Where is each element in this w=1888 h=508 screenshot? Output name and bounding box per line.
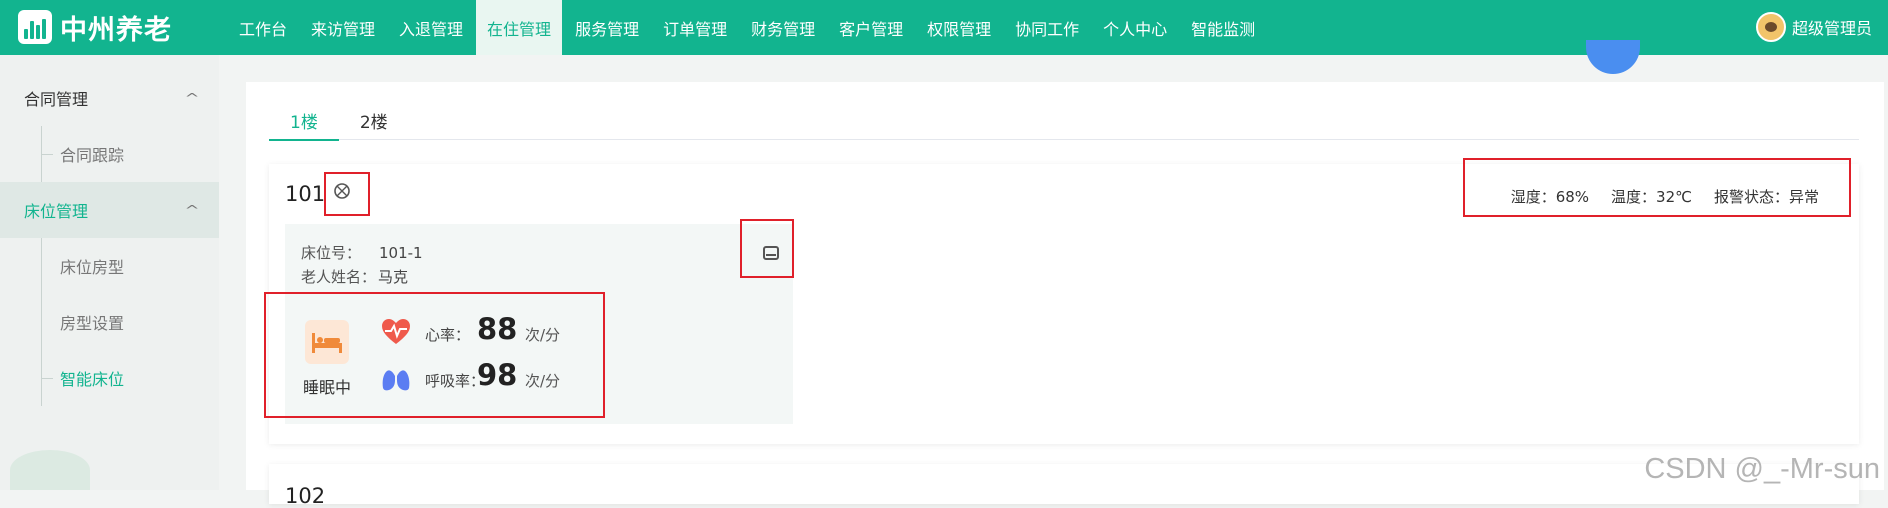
heart-rate-label: 心率： — [425, 324, 470, 345]
floating-ball[interactable] — [1586, 40, 1640, 74]
user-menu[interactable]: 超级管理员 — [1756, 10, 1872, 44]
nav-item-collaboration[interactable]: 协同工作 — [1004, 0, 1090, 55]
room-environment: 湿度：68% 温度：32℃ 报警状态：异常 — [1489, 186, 1819, 207]
bed-card: 床位号： 101-1 老人姓名：马克 睡眠中 心率： — [285, 224, 793, 424]
sidebar-item-smart-bed[interactable]: 智能床位 — [0, 350, 219, 406]
logo-icon — [18, 10, 52, 44]
tab-floor-1[interactable]: 1楼 — [269, 100, 339, 140]
nav-item-finance[interactable]: 财务管理 — [740, 0, 826, 55]
nav-item-workbench[interactable]: 工作台 — [228, 0, 298, 55]
sidebar-group-beds[interactable]: 床位管理 ^ — [0, 182, 219, 238]
bed-device-icon[interactable] — [763, 246, 779, 260]
chevron-up-icon: ^ — [184, 203, 199, 217]
heart-rate-icon — [381, 318, 411, 346]
logo-text: 中州养老 — [60, 8, 172, 47]
nav-item-permissions[interactable]: 权限管理 — [916, 0, 1002, 55]
nav-item-customers[interactable]: 客户管理 — [828, 0, 914, 55]
sidebar-item-label: 智能床位 — [60, 366, 124, 390]
bed-number: 101-1 — [379, 244, 423, 262]
main-nav: 工作台 来访管理 入退管理 在住管理 服务管理 订单管理 财务管理 客户管理 权… — [228, 0, 1268, 55]
decoration-image — [10, 450, 90, 490]
user-name: 超级管理员 — [1792, 15, 1872, 39]
nav-item-profile[interactable]: 个人中心 — [1092, 0, 1178, 55]
sidebar: 合同管理 ^ 合同跟踪 床位管理 ^ 床位房型 房型设置 智能床位 — [0, 55, 219, 490]
bed-number-row: 床位号： 101-1 — [301, 242, 423, 263]
sidebar-group-contracts[interactable]: 合同管理 ^ — [0, 70, 219, 126]
sidebar-item-room-types[interactable]: 房型设置 — [0, 294, 219, 350]
nav-item-residence[interactable]: 在住管理 — [476, 0, 562, 55]
nav-item-monitoring[interactable]: 智能监测 — [1180, 0, 1266, 55]
sidebar-item-contract-tracking[interactable]: 合同跟踪 — [0, 126, 219, 182]
humidity-text: 湿度：68% — [1511, 186, 1589, 207]
lungs-icon — [381, 364, 411, 392]
nav-item-orders[interactable]: 订单管理 — [652, 0, 738, 55]
elder-name-row: 老人姓名：马克 — [301, 266, 408, 287]
avatar — [1756, 12, 1786, 42]
bed-number-label: 床位号： — [301, 244, 361, 262]
main-panel: 1楼 2楼 101 湿度：68% 温度：32℃ 报警状态：异常 床位号： 101-… — [246, 82, 1884, 490]
alarm-status-text: 报警状态：异常 — [1714, 186, 1819, 207]
sidebar-group-label: 合同管理 — [24, 86, 88, 110]
sidebar-item-bed-rooms[interactable]: 床位房型 — [0, 238, 219, 294]
breath-rate-unit: 次/分 — [525, 370, 560, 391]
nav-item-service[interactable]: 服务管理 — [564, 0, 650, 55]
breath-rate-label: 呼吸率： — [425, 370, 485, 391]
room-number: 102 — [285, 484, 325, 508]
device-icon[interactable] — [333, 182, 351, 200]
sleep-status: 睡眠中 — [303, 374, 351, 398]
elder-name: 马克 — [378, 268, 408, 286]
chevron-up-icon: ^ — [184, 91, 199, 105]
sidebar-item-label: 合同跟踪 — [60, 142, 124, 166]
nav-item-visits[interactable]: 来访管理 — [300, 0, 386, 55]
room-card: 102 — [269, 464, 1859, 504]
elder-name-label: 老人姓名： — [301, 268, 376, 286]
floor-tabs: 1楼 2楼 — [269, 100, 1859, 140]
sidebar-item-label: 床位房型 — [60, 254, 124, 278]
sidebar-item-label: 房型设置 — [60, 310, 124, 334]
heart-rate-unit: 次/分 — [525, 324, 560, 345]
sidebar-group-label: 床位管理 — [24, 198, 88, 222]
bed-icon — [305, 320, 349, 364]
temperature-text: 温度：32℃ — [1611, 186, 1692, 207]
nav-item-checkin[interactable]: 入退管理 — [388, 0, 474, 55]
tab-floor-2[interactable]: 2楼 — [339, 100, 409, 140]
room-card: 101 湿度：68% 温度：32℃ 报警状态：异常 床位号： 101-1 老人姓名… — [269, 164, 1859, 444]
breath-rate-value: 98 — [477, 358, 517, 392]
logo[interactable]: 中州养老 — [18, 8, 172, 46]
watermark: CSDN @_-Mr-sun — [1644, 453, 1880, 486]
room-number: 101 — [285, 182, 325, 206]
heart-rate-value: 88 — [477, 312, 517, 346]
